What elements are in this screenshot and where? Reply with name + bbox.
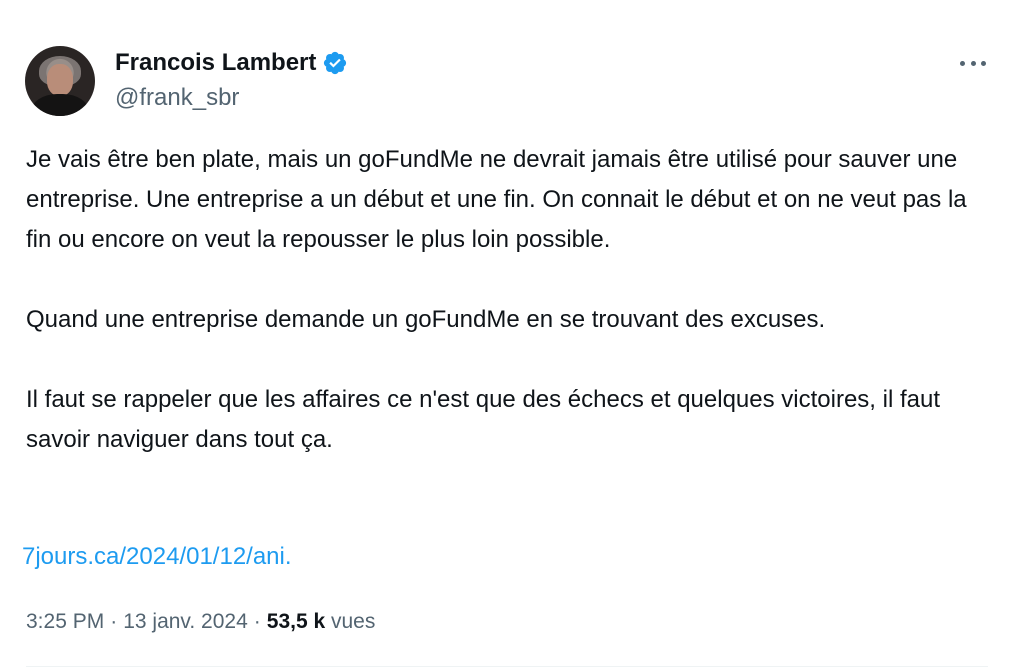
more-options-icon[interactable] [958, 52, 988, 74]
tweet-paragraph: Quand une entreprise demande un goFundMe… [26, 306, 826, 333]
tweet-meta: 3:25 PM · 13 janv. 2024 · 53,5 k vues [26, 606, 375, 638]
meta-separator: · [253, 610, 261, 633]
avatar-face [47, 64, 73, 96]
meta-separator: · [110, 610, 118, 633]
tweet-text: Je vais être ben plate, mais un goFundMe… [26, 140, 991, 460]
author-name-row: Francois Lambert [115, 48, 348, 78]
dot [960, 60, 965, 66]
tweet-paragraph: Je vais être ben plate, mais un goFundMe… [26, 146, 967, 253]
avatar[interactable] [25, 46, 95, 116]
tweet-time[interactable]: 3:25 PM [26, 610, 104, 633]
author-handle[interactable]: @frank_sbr [115, 83, 239, 113]
avatar-body [31, 94, 89, 116]
views-label: vues [331, 610, 376, 633]
tweet-paragraph: Il faut se rappeler que les affaires ce … [26, 386, 941, 453]
dot [981, 60, 986, 66]
views-count[interactable]: 53,5 k [267, 610, 325, 633]
author-display-name[interactable]: Francois Lambert [115, 48, 316, 78]
dot [970, 60, 976, 66]
tweet-date[interactable]: 13 janv. 2024 [123, 610, 248, 633]
verified-badge-icon[interactable] [322, 50, 348, 76]
tweet-link[interactable]: 7jours.ca/2024/01/12/ani. [22, 540, 292, 574]
divider [26, 666, 988, 667]
tweet-card: Francois Lambert @frank_sbr Je vais être… [0, 0, 1014, 670]
